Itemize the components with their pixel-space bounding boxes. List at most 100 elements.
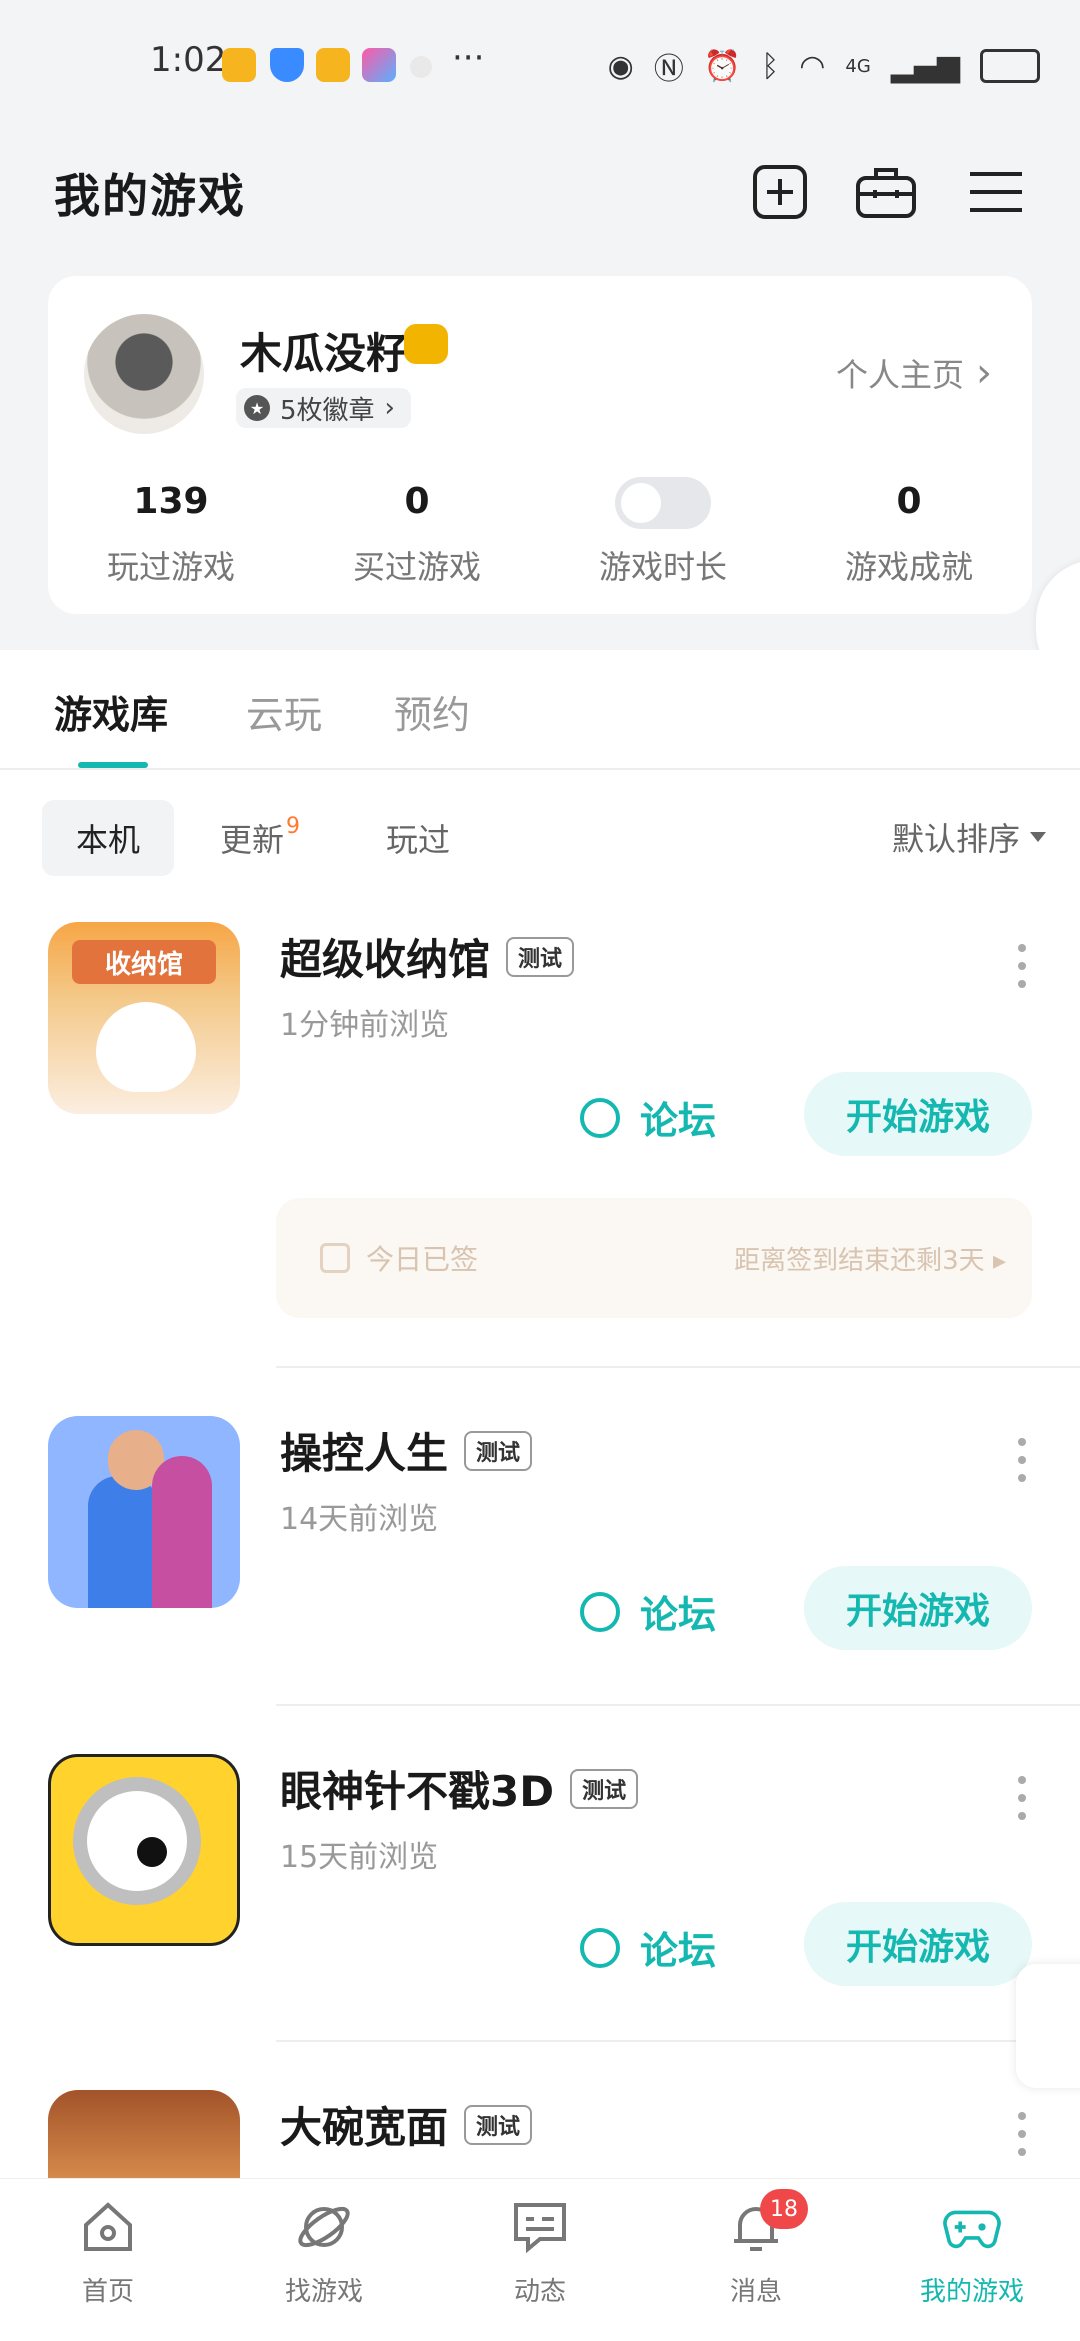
checkin-status: 今日已签 — [320, 1238, 478, 1278]
forum-button[interactable]: 论坛 — [580, 1920, 716, 1975]
status-more: ··· — [452, 38, 485, 78]
more-menu-button[interactable] — [1018, 1776, 1028, 1820]
tab-library[interactable]: 游戏库 — [54, 684, 168, 739]
more-menu-button[interactable] — [1018, 2112, 1028, 2156]
checkin-bar[interactable]: 今日已签 距离签到结束还剩3天 ▸ — [276, 1198, 1032, 1318]
test-tag: 测试 — [464, 2104, 533, 2145]
start-game-button[interactable]: 开始游戏 — [804, 1902, 1032, 1986]
stat-label: 玩过游戏 — [106, 548, 235, 586]
update-count: 9 — [286, 814, 301, 839]
game-name: 大碗宽面 — [280, 2103, 449, 2152]
test-tag: 测试 — [570, 1768, 639, 1809]
nav-label: 首页 — [81, 2277, 134, 2307]
filter-played[interactable]: 玩过 — [386, 800, 450, 876]
add-button[interactable] — [748, 160, 812, 224]
forum-button[interactable]: 论坛 — [580, 1090, 716, 1145]
fist-emoji-icon — [404, 324, 448, 364]
avatar[interactable] — [84, 314, 204, 434]
game-title: 眼神针不戳3D 测试 — [280, 1758, 639, 1819]
game-name: 操控人生 — [280, 1429, 449, 1478]
toolbox-button[interactable] — [854, 160, 918, 224]
app-icon — [362, 48, 396, 82]
home-icon — [78, 2197, 138, 2257]
sort-dropdown[interactable]: 默认排序 — [892, 814, 1046, 860]
forum-icon — [580, 1591, 620, 1632]
nav-home[interactable]: 首页 — [0, 2179, 216, 2341]
girl-shape — [152, 1456, 212, 1608]
pupil — [137, 1837, 167, 1867]
plus-square-icon — [753, 165, 807, 219]
playtime-toggle-wrap — [540, 476, 786, 529]
caret-down-icon — [1030, 832, 1046, 842]
chevron-right-icon: › — [976, 350, 992, 396]
menu-button[interactable] — [964, 160, 1028, 224]
stat-playtime[interactable]: 游戏时长 — [540, 476, 786, 588]
sort-label: 默认排序 — [891, 820, 1020, 858]
eye-icon: ◉ — [607, 48, 634, 84]
shield-icon — [270, 48, 304, 82]
profile-card: 木瓜没籽 ★ 5枚徽章 › 个人主页 › 139 玩过游戏 0 买过游戏 游戏时… — [48, 276, 1032, 614]
wifi-icon: ◠ — [799, 48, 826, 84]
stat-played[interactable]: 139 玩过游戏 — [48, 476, 294, 588]
game-title: 超级收纳馆 测试 — [280, 926, 575, 987]
checkin-label: 今日已签 — [366, 1243, 479, 1276]
forum-icon — [580, 1927, 620, 1968]
game-icon[interactable]: 收纳馆 — [48, 922, 240, 1114]
filter-update-label: 更新 — [220, 821, 285, 859]
alarm-icon: ⏰ — [703, 48, 742, 84]
divider — [0, 768, 1080, 770]
start-game-button[interactable]: 开始游戏 — [804, 1566, 1032, 1650]
more-menu-button[interactable] — [1018, 1438, 1028, 1482]
status-time: 1:02 — [150, 40, 227, 80]
nav-my-games[interactable]: 我的游戏 — [864, 2179, 1080, 2341]
game-title: 操控人生 测试 — [280, 1420, 533, 1481]
stat-num: 0 — [896, 481, 922, 522]
planet-icon — [294, 2197, 354, 2257]
game-icon-title: 收纳馆 — [72, 940, 216, 984]
start-game-button[interactable]: 开始游戏 — [804, 1072, 1032, 1156]
stat-label: 买过游戏 — [352, 548, 481, 586]
filter-local[interactable]: 本机 — [42, 800, 174, 876]
signal-icon: ▂▄▆ — [890, 48, 960, 84]
stat-achievements[interactable]: 0 游戏成就 — [786, 476, 1032, 588]
forum-label: 论坛 — [640, 1099, 717, 1143]
music-icon — [410, 56, 432, 78]
stat-bought[interactable]: 0 买过游戏 — [294, 476, 540, 588]
game-title: 大碗宽面 测试 — [280, 2094, 533, 2155]
more-menu-button[interactable] — [1018, 944, 1028, 988]
homepage-link[interactable]: 个人主页 › — [836, 350, 992, 396]
status-bar: 1:02 ··· ◉ Ⓝ ⏰ ᛒ ◠ 4G ▂▄▆ — [0, 0, 1080, 130]
game-icon[interactable] — [48, 2090, 240, 2178]
badge-icon: ★ — [244, 395, 270, 421]
game-name: 眼神针不戳3D — [280, 1767, 555, 1816]
tab-cloud[interactable]: 云玩 — [246, 684, 322, 739]
magnifier-lens — [87, 1791, 187, 1891]
forum-icon — [580, 1097, 620, 1138]
caret-right-icon: ▸ — [992, 1246, 1006, 1276]
nav-find-games[interactable]: 找游戏 — [216, 2179, 432, 2341]
badges-button[interactable]: ★ 5枚徽章 › — [236, 388, 411, 428]
playtime-toggle[interactable] — [615, 477, 711, 529]
forum-button[interactable]: 论坛 — [580, 1584, 716, 1639]
stat-num: 0 — [404, 481, 430, 522]
gamepad-icon — [942, 2197, 1002, 2257]
nav-feed[interactable]: 动态 — [432, 2179, 648, 2341]
stat-label: 游戏成就 — [844, 548, 973, 586]
network-label: 4G — [845, 55, 871, 77]
checkin-remaining-label: 距离签到结束还剩3天 — [734, 1246, 985, 1276]
bottom-nav: 首页 找游戏 动态 18 消息 我的游戏 — [0, 2178, 1080, 2341]
status-right: ◉ Ⓝ ⏰ ᛒ ◠ 4G ▂▄▆ — [608, 44, 1040, 88]
tab-reserve[interactable]: 预约 — [394, 684, 470, 739]
forum-label: 论坛 — [640, 1929, 717, 1973]
nav-label: 我的游戏 — [919, 2277, 1024, 2307]
boy-shape — [88, 1476, 158, 1608]
test-tag: 测试 — [506, 936, 575, 977]
nav-messages[interactable]: 18 消息 — [648, 2179, 864, 2341]
game-icon[interactable] — [48, 1416, 240, 1608]
nav-label: 动态 — [513, 2277, 566, 2307]
battery-icon — [980, 49, 1040, 83]
filter-update[interactable]: 更新 9 — [220, 800, 300, 876]
download-float-button[interactable] — [1016, 1964, 1080, 2088]
game-icon[interactable] — [48, 1754, 240, 1946]
nickname: 木瓜没籽 — [240, 329, 409, 378]
